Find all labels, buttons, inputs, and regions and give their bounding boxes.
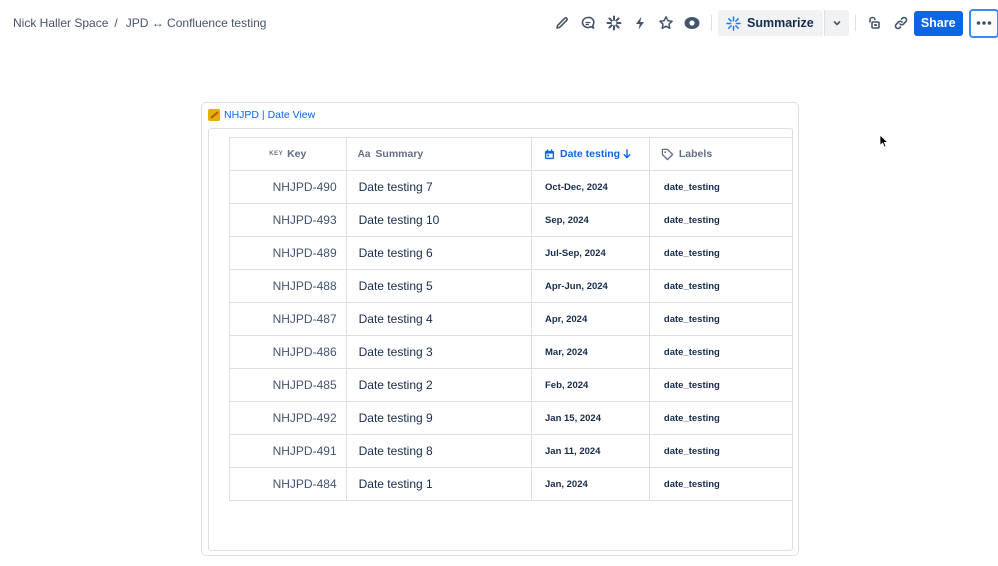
cell-date: Jan, 2024 (531, 467, 650, 501)
cell-label: date_testing (648, 203, 792, 237)
cell-date: Apr, 2024 (531, 302, 650, 336)
jira-product-discovery-macro: NHJPD | Date View KEY Key Aa Summary Dat… (201, 102, 799, 556)
cell-summary[interactable]: Date testing 9 (345, 401, 533, 435)
cell-date: Oct-Dec, 2024 (531, 170, 650, 204)
column-header-date[interactable]: Date testing (531, 137, 650, 171)
cell-key[interactable]: NHJPD-490 (229, 170, 347, 204)
column-header-date-label: Date testing (560, 148, 621, 160)
macro-title-text: NHJPD | Date View (224, 109, 316, 121)
cell-date: Feb, 2024 (531, 368, 650, 402)
cell-summary[interactable]: Date testing 7 (345, 170, 533, 204)
table-row[interactable]: NHJPD-487 Date testing 4 Apr, 2024 date_tes… (229, 302, 792, 336)
cell-summary[interactable]: Date testing 8 (345, 434, 533, 468)
sort-descending-icon[interactable] (623, 149, 631, 159)
cell-label: date_testing (648, 236, 792, 270)
text-field-icon: Aa (357, 148, 371, 160)
summarize-label: Summarize (747, 16, 814, 30)
chevron-down-icon (833, 21, 841, 26)
star-icon[interactable] (653, 10, 679, 36)
automation-icon[interactable] (627, 10, 653, 36)
cell-key[interactable]: NHJPD-486 (229, 335, 347, 369)
table-body: NHJPD-490 Date testing 7 Oct-Dec, 2024 date… (229, 170, 792, 501)
table-row[interactable]: NHJPD-493 Date testing 10 Sep, 2024 date_te… (229, 203, 792, 237)
cell-date: Jan 15, 2024 (531, 401, 650, 435)
cell-key[interactable]: NHJPD-488 (229, 269, 347, 303)
cell-date: Mar, 2024 (531, 335, 650, 369)
summarize-options-button[interactable] (823, 10, 849, 36)
cell-label: date_testing (648, 269, 792, 303)
mouse-cursor-icon (879, 134, 889, 153)
breadcrumb-separator: / (114, 16, 118, 30)
cell-label: date_testing (648, 302, 792, 336)
cell-label: date_testing (648, 467, 792, 501)
cell-key[interactable]: NHJPD-484 (229, 467, 347, 501)
more-icon (976, 21, 992, 25)
cell-summary[interactable]: Date testing 10 (345, 203, 533, 237)
table-row[interactable]: NHJPD-489 Date testing 6 Jul-Sep, 2024 date… (229, 236, 792, 270)
cell-date: Sep, 2024 (531, 203, 650, 237)
loom-icon[interactable] (601, 10, 627, 36)
breadcrumb-space-link[interactable]: Nick Haller Space (13, 16, 108, 30)
cell-summary[interactable]: Date testing 1 (345, 467, 533, 501)
summarize-button[interactable]: Summarize (718, 10, 823, 36)
table-row[interactable]: NHJPD-486 Date testing 3 Mar, 2024 date_tes… (229, 335, 792, 369)
cell-label: date_testing (648, 401, 792, 435)
cell-label: date_testing (648, 434, 792, 468)
cell-date: Jul-Sep, 2024 (531, 236, 650, 270)
watch-icon[interactable] (679, 10, 705, 36)
column-header-labels[interactable]: Labels (648, 137, 792, 171)
table-row[interactable]: NHJPD-490 Date testing 7 Oct-Dec, 2024 date… (229, 170, 792, 204)
cell-label: date_testing (648, 335, 792, 369)
top-bar: Nick Haller Space / JPD ↔ Confluence tes… (0, 0, 998, 46)
column-header-summary-label: Summary (375, 148, 424, 160)
table-row[interactable]: NHJPD-491 Date testing 8 Jan 11, 2024 date_… (229, 434, 792, 468)
cell-key[interactable]: NHJPD-487 (229, 302, 347, 336)
share-button[interactable]: Share (913, 10, 963, 36)
table-row[interactable]: NHJPD-492 Date testing 9 Jan 15, 2024 date_… (229, 401, 792, 435)
link-icon[interactable] (888, 10, 914, 36)
cell-label: date_testing (648, 170, 792, 204)
jpd-logo-icon (208, 109, 220, 121)
cell-key[interactable]: NHJPD-492 (229, 401, 347, 435)
column-header-labels-label: Labels (678, 148, 713, 160)
more-actions-button[interactable] (968, 8, 998, 38)
column-header-key[interactable]: KEY Key (229, 137, 347, 171)
cell-date: Apr-Jun, 2024 (531, 269, 650, 303)
ideas-table: KEY Key Aa Summary Date testing Labels N… (229, 137, 792, 501)
key-field-icon: KEY (269, 151, 284, 157)
cell-key[interactable]: NHJPD-485 (229, 368, 347, 402)
cell-summary[interactable]: Date testing 4 (345, 302, 533, 336)
restrictions-icon[interactable] (862, 10, 888, 36)
cell-summary[interactable]: Date testing 3 (345, 335, 533, 369)
ai-sparkle-icon (726, 15, 741, 31)
macro-title-link[interactable]: NHJPD | Date View (208, 109, 315, 121)
view-frame: KEY Key Aa Summary Date testing Labels N… (208, 128, 793, 551)
cell-label: date_testing (648, 368, 792, 402)
cell-summary[interactable]: Date testing 6 (345, 236, 533, 270)
cell-key[interactable]: NHJPD-489 (229, 236, 347, 270)
toolbar-divider-2 (854, 15, 856, 31)
table-row[interactable]: NHJPD-485 Date testing 2 Feb, 2024 date_tes… (229, 368, 792, 402)
cell-key[interactable]: NHJPD-493 (229, 203, 347, 237)
toolbar-divider (711, 15, 712, 31)
cell-summary[interactable]: Date testing 2 (345, 368, 533, 402)
page-toolbar: Summarize Share (549, 8, 998, 38)
cell-date: Jan 11, 2024 (531, 434, 650, 468)
edit-icon[interactable] (549, 10, 575, 36)
label-tag-icon (661, 148, 674, 161)
table-row[interactable]: NHJPD-484 Date testing 1 Jan, 2024 date_tes… (229, 467, 792, 501)
column-header-summary[interactable]: Aa Summary (345, 137, 533, 171)
table-header-row: KEY Key Aa Summary Date testing Labels (229, 137, 792, 171)
cell-key[interactable]: NHJPD-491 (229, 434, 347, 468)
table-row[interactable]: NHJPD-488 Date testing 5 Apr-Jun, 2024 date… (229, 269, 792, 303)
comment-icon[interactable] (575, 10, 601, 36)
calendar-icon (544, 148, 555, 160)
breadcrumb-page-link[interactable]: JPD ↔ Confluence testing (126, 16, 267, 30)
column-header-key-label: Key (287, 148, 307, 160)
breadcrumb: Nick Haller Space / JPD ↔ Confluence tes… (13, 16, 266, 30)
cell-summary[interactable]: Date testing 5 (345, 269, 533, 303)
